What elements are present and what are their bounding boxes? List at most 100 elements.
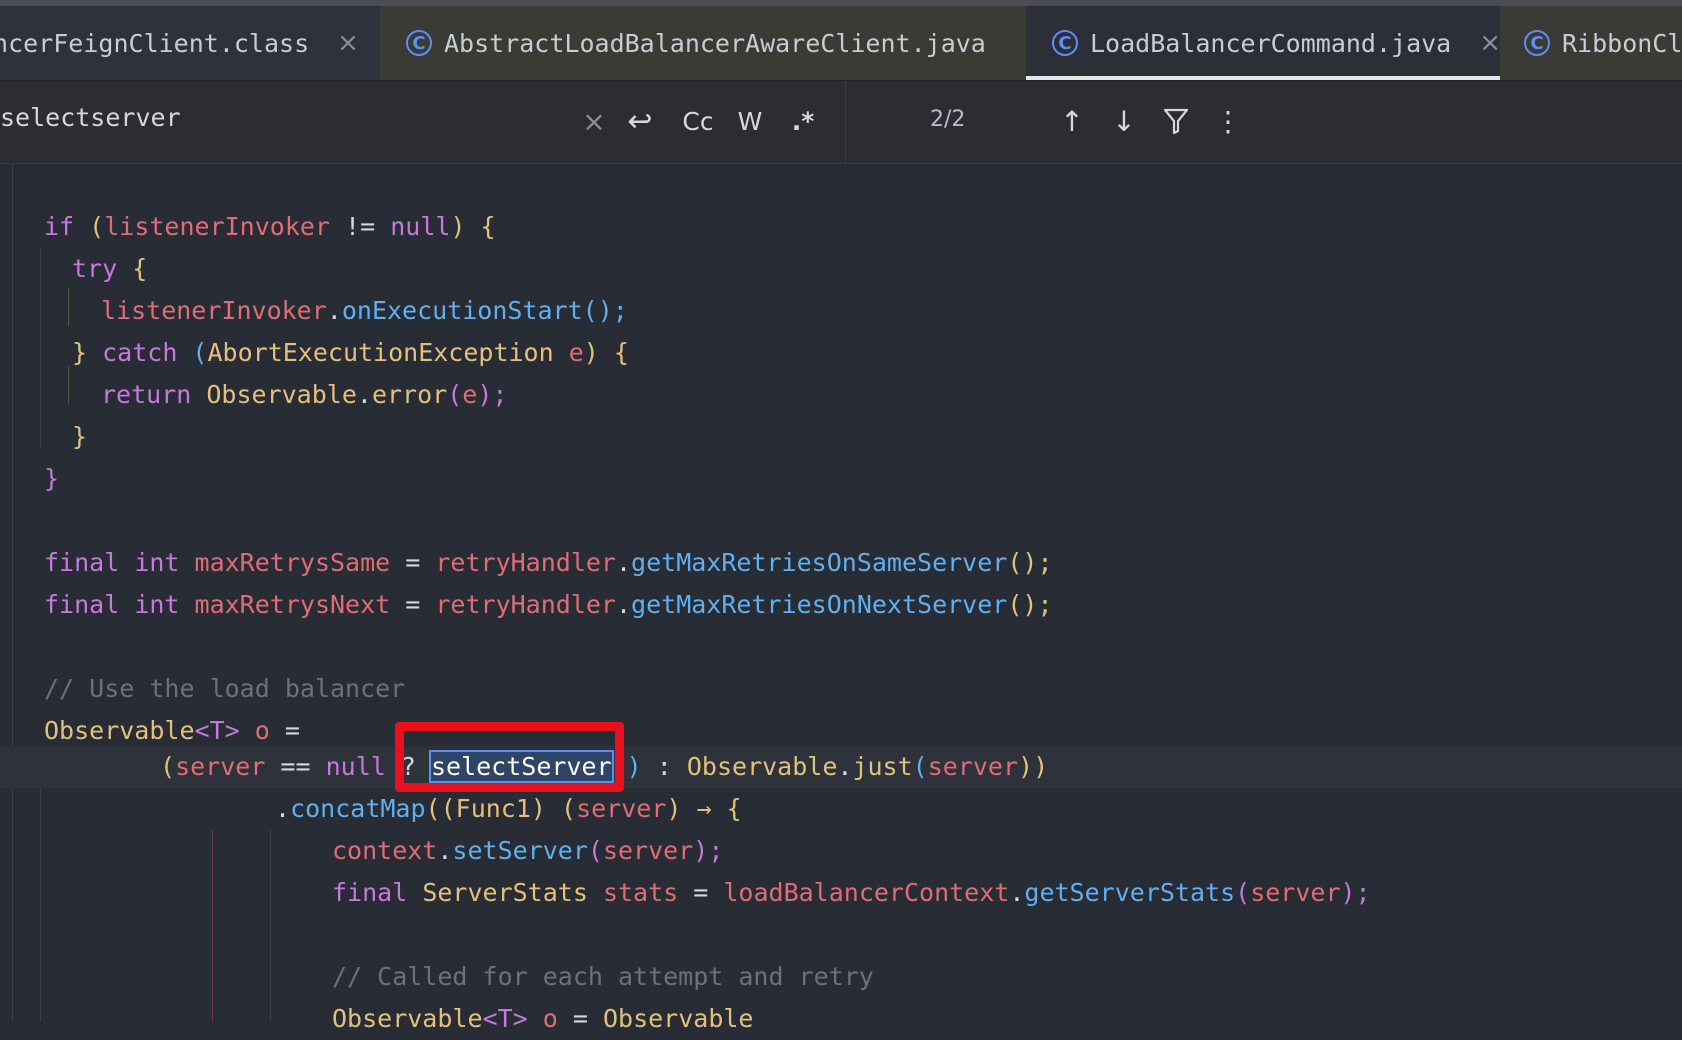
token: ); <box>1340 878 1371 907</box>
token: != <box>330 212 391 241</box>
token: . <box>356 380 372 409</box>
token: ) { <box>583 338 629 367</box>
token: server <box>1250 878 1341 907</box>
search-input[interactable]: selectserver <box>0 103 181 132</box>
token: retryHandler <box>435 590 616 619</box>
token: < <box>482 1004 498 1033</box>
token: just <box>852 752 913 781</box>
indent-guide <box>212 830 213 1022</box>
token: maxRetrysSame <box>194 548 391 577</box>
token: e <box>462 380 478 409</box>
token: } <box>72 338 88 367</box>
clear-search-icon[interactable]: × <box>580 101 608 141</box>
token: retryHandler <box>435 548 616 577</box>
token: (); <box>1007 590 1053 619</box>
code-line: // Called for each attempt and retry <box>332 956 874 998</box>
tab-abstract-load-balancer-aware-client[interactable]: C AbstractLoadBalancerAwareClient.java <box>380 6 1026 80</box>
token: ) → { <box>666 794 742 823</box>
code-line: try { <box>72 248 147 290</box>
token: listenerInvoker <box>101 296 327 325</box>
whole-words-button[interactable]: W <box>733 101 767 141</box>
token: concatMap <box>290 794 426 823</box>
token: null <box>390 212 451 241</box>
token: onExecutionStart <box>341 296 583 325</box>
token: AbortExecutionException <box>207 338 554 367</box>
token: Observable <box>206 380 357 409</box>
token: server <box>602 836 694 865</box>
token: : <box>641 752 687 781</box>
token: < <box>194 716 210 745</box>
token: getMaxRetriesOnNextServer <box>631 590 1008 619</box>
token: return <box>101 380 207 409</box>
token: ( <box>74 212 105 241</box>
token: == <box>265 752 326 781</box>
token: = <box>390 590 436 619</box>
regex-button[interactable]: .* <box>785 101 821 141</box>
class-icon: C <box>1524 30 1550 56</box>
class-icon: C <box>406 30 432 56</box>
token: maxRetrysNext <box>194 590 391 619</box>
token: ( <box>447 380 463 409</box>
token: . <box>837 752 853 781</box>
token: = <box>269 716 300 745</box>
token: error <box>371 380 448 409</box>
token: ); <box>477 380 508 409</box>
token: ( <box>1235 878 1251 907</box>
token: ( <box>587 836 603 865</box>
tab-label: ancerFeignClient.class <box>0 28 310 58</box>
tab-load-balancer-feign-client[interactable]: ancerFeignClient.class × <box>0 6 380 80</box>
previous-occurrence-icon[interactable]: ↑ <box>1057 101 1087 141</box>
token: Observable <box>332 1004 483 1033</box>
token: setServer <box>452 836 588 865</box>
token: ServerStats <box>422 878 603 907</box>
match-case-button[interactable]: Cc <box>676 101 720 141</box>
token: o <box>254 716 270 745</box>
code-line: } <box>72 416 87 458</box>
find-bar-divider <box>845 81 846 163</box>
indent-guide <box>68 288 69 326</box>
token: } <box>72 422 88 451</box>
code-line: if (listenerInvoker != null) { <box>44 206 496 248</box>
newline-icon[interactable]: ↩ <box>622 101 658 141</box>
token: > <box>512 1004 543 1033</box>
token: int <box>134 548 195 577</box>
close-icon[interactable]: × <box>337 28 359 58</box>
token: loadBalancerContext <box>723 878 1010 907</box>
token: ) { <box>450 212 496 241</box>
token: . <box>326 296 342 325</box>
indent-guide <box>270 830 271 1022</box>
token: . <box>615 590 632 619</box>
token: = <box>557 1004 603 1033</box>
tab-ribbon-client[interactable]: C RibbonCl <box>1500 6 1682 80</box>
token: . <box>615 548 632 577</box>
token: (); <box>1007 548 1053 577</box>
indent-guide <box>40 248 41 448</box>
token: e <box>568 338 584 367</box>
token: server <box>927 752 1019 781</box>
token: } <box>44 464 60 493</box>
more-options-icon[interactable]: ⋮ <box>1213 101 1243 141</box>
tab-load-balancer-command[interactable]: C LoadBalancerCommand.java × <box>1026 6 1500 80</box>
token: catch <box>87 338 193 367</box>
token: Observable <box>44 716 195 745</box>
token: ) ( <box>530 794 577 823</box>
editor-tab-bar: ancerFeignClient.class × C AbstractLoadB… <box>0 6 1682 81</box>
token: getMaxRetriesOnSameServer <box>631 548 1008 577</box>
token: server <box>175 752 266 781</box>
next-occurrence-icon[interactable]: ↓ <box>1109 101 1139 141</box>
token: Func1 <box>455 794 531 823</box>
token: = <box>390 548 436 577</box>
code-editor[interactable]: if (listenerInvoker != null) { try { lis… <box>0 164 1682 1033</box>
close-icon[interactable]: × <box>1479 28 1500 58</box>
code-line: Observable<T> o = Observable <box>332 998 753 1040</box>
filter-icon[interactable] <box>1161 101 1191 141</box>
class-icon: C <box>1052 30 1078 56</box>
token: (); <box>582 296 628 325</box>
token: T <box>209 716 225 745</box>
code-line: final int maxRetrysNext = retryHandler.g… <box>44 584 1053 626</box>
token: { <box>117 254 148 283</box>
code-line: .concatMap((Func1) (server) → { <box>275 788 742 830</box>
token: getServerStats <box>1024 878 1236 907</box>
token: )) <box>1018 752 1049 781</box>
